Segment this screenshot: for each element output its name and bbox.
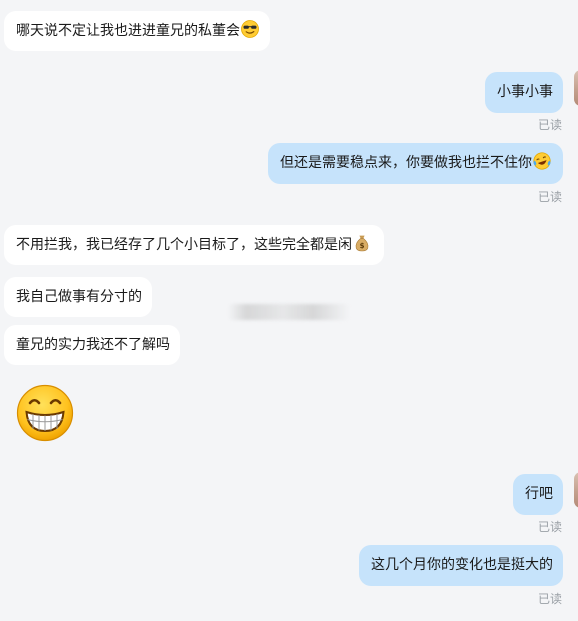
message-text: 童兄的实力我还不了解吗 [16, 337, 170, 353]
message-bubble-outgoing[interactable]: 小事小事 [485, 72, 563, 113]
message-text: 这几个月你的变化也是挺大的 [371, 557, 553, 573]
avatar[interactable] [574, 472, 578, 508]
message-text: 哪天说不定让我也进进童兄的私董会 [16, 23, 240, 39]
money-bag-emoji-icon: $ [355, 235, 369, 252]
message-bubble-incoming[interactable]: 哪天说不定让我也进进童兄的私董会 [4, 11, 270, 51]
read-status: 已读 [538, 190, 563, 204]
read-status: 已读 [538, 118, 563, 132]
avatar[interactable] [574, 70, 578, 106]
read-status: 已读 [538, 520, 563, 534]
laughing-tears-emoji-icon [533, 152, 551, 170]
message-bubble-outgoing[interactable]: 这几个月你的变化也是挺大的 [359, 545, 563, 586]
message-bubble-incoming[interactable]: 童兄的实力我还不了解吗 [4, 325, 180, 365]
blurred-timestamp [228, 304, 350, 320]
read-status: 已读 [538, 592, 563, 606]
svg-text:$: $ [360, 242, 365, 250]
message-bubble-outgoing[interactable]: 行吧 [513, 474, 563, 515]
message-text: 我自己做事有分寸的 [16, 289, 142, 305]
chat-thread[interactable]: 哪天说不定让我也进进童兄的私董会 小事小事 已读 但还是需要稳点来，你要做我也拦… [0, 0, 578, 621]
message-text: 行吧 [525, 486, 553, 502]
message-text: 小事小事 [497, 84, 553, 100]
sunglasses-smile-emoji-icon [241, 20, 259, 38]
message-bubble-incoming[interactable]: 我自己做事有分寸的 [4, 277, 152, 317]
message-bubble-outgoing[interactable]: 但还是需要稳点来，你要做我也拦不住你 [268, 143, 563, 184]
grinning-emoji-icon[interactable] [16, 384, 74, 442]
message-text: 但还是需要稳点来，你要做我也拦不住你 [280, 155, 532, 171]
message-text: 不用拦我，我已经存了几个小目标了，这些完全都是闲 [16, 237, 352, 253]
message-bubble-incoming[interactable]: 不用拦我，我已经存了几个小目标了，这些完全都是闲 $ [4, 225, 384, 265]
